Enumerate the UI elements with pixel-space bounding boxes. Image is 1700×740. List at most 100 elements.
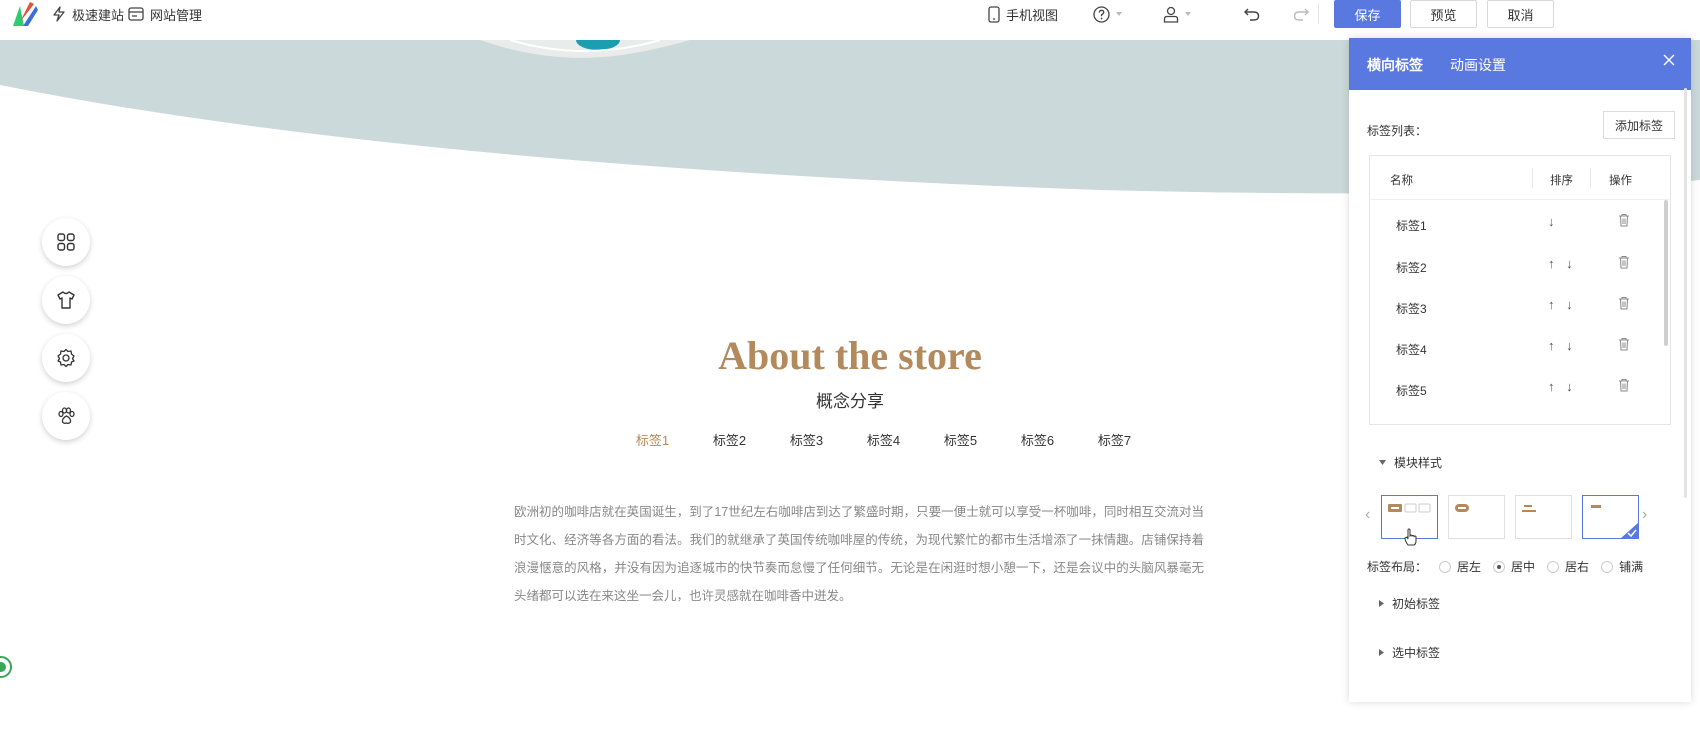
style-option-3[interactable]	[1515, 495, 1572, 539]
col-divider	[1532, 168, 1533, 188]
layout-left-label: 居左	[1457, 560, 1482, 574]
caret-right-icon	[1379, 600, 1384, 607]
trash-icon[interactable]	[1618, 255, 1630, 269]
user-dropdown[interactable]	[1163, 4, 1191, 24]
mobile-view-button[interactable]: 手机视图	[988, 4, 1058, 24]
table-row: 标签5 ↑ ↓	[1370, 365, 1670, 410]
help-icon	[1093, 5, 1110, 23]
quick-build-link[interactable]: 极速建站	[52, 4, 124, 24]
layout-label: 标签布局：	[1367, 560, 1428, 574]
layout-fill-radio[interactable]	[1601, 560, 1614, 573]
panel-scrollbar[interactable]	[1684, 88, 1687, 498]
components-button[interactable]	[42, 218, 90, 266]
sort-arrows[interactable]: ↑ ↓	[1548, 297, 1577, 312]
redo-icon	[1293, 8, 1309, 21]
top-toolbar: 极速建站 网站管理 手机视图 保存 预览 取消	[0, 0, 1700, 40]
sort-arrows[interactable]: ↑ ↓	[1548, 379, 1577, 394]
floating-badge-icon[interactable]	[0, 656, 12, 678]
table-row: 标签3 ↑ ↓	[1370, 283, 1670, 328]
label-list-title: 标签列表：	[1367, 124, 1428, 138]
theme-button[interactable]	[42, 276, 90, 324]
tab-1[interactable]: 标签1	[614, 430, 691, 449]
trash-icon[interactable]	[1618, 378, 1630, 392]
app-logo[interactable]	[10, 0, 38, 28]
grid-icon	[57, 233, 75, 251]
table-row: 标签1 ↓	[1370, 200, 1670, 245]
quick-build-label: 极速建站	[72, 7, 125, 23]
shirt-icon	[57, 291, 75, 309]
layout-right-label: 居右	[1565, 560, 1590, 574]
row-name: 标签1	[1396, 219, 1427, 233]
tab-7[interactable]: 标签7	[1076, 430, 1153, 449]
caret-down-icon	[1185, 12, 1191, 16]
label-table: 名称 排序 操作 标签1 ↓ 标签2 ↑ ↓ 标签3 ↑ ↓ 标签4 ↑ ↓ 标…	[1369, 155, 1671, 425]
save-button[interactable]: 保存	[1334, 0, 1401, 28]
hand-cursor-icon	[1404, 528, 1417, 546]
tab-6[interactable]: 标签6	[999, 430, 1076, 449]
window-icon	[128, 7, 144, 21]
col-name: 名称	[1390, 175, 1413, 187]
tab-2[interactable]: 标签2	[691, 430, 768, 449]
tab-horizontal-label[interactable]: 横向标签	[1367, 55, 1423, 75]
trash-icon[interactable]	[1618, 337, 1630, 351]
carousel-next-icon[interactable]: ›	[1642, 506, 1647, 524]
site-manage-link[interactable]: 网站管理	[128, 4, 202, 24]
style-option-4[interactable]	[1582, 495, 1639, 539]
caret-right-icon	[1379, 649, 1384, 656]
row-name: 标签3	[1396, 302, 1427, 316]
tab-3[interactable]: 标签3	[768, 430, 845, 449]
style-preview-icon	[1522, 505, 1536, 512]
sort-arrows[interactable]: ↑ ↓	[1548, 256, 1577, 271]
undo-button[interactable]	[1244, 4, 1260, 24]
layout-center-label: 居中	[1511, 560, 1536, 574]
trash-icon[interactable]	[1618, 213, 1630, 227]
module-style-label: 模块样式	[1394, 456, 1443, 470]
sort-arrows[interactable]: ↓	[1548, 214, 1559, 229]
toolbar-divider	[1318, 4, 1319, 24]
style-option-1[interactable]	[1381, 495, 1438, 546]
row-name: 标签4	[1396, 343, 1427, 357]
style-preview-icon	[1455, 504, 1469, 512]
layout-fill-label: 铺满	[1619, 560, 1644, 574]
add-label-button[interactable]: 添加标签	[1603, 111, 1675, 139]
lightning-icon	[53, 6, 65, 22]
tab-5[interactable]: 标签5	[922, 430, 999, 449]
initial-label-section[interactable]: 初始标签	[1379, 595, 1440, 612]
about-paragraph: 欧洲初的咖啡店就在英国诞生，到了17世纪左右咖啡店到达了繁盛时期，只要一便士就可…	[514, 505, 1204, 603]
label-settings-panel: 横向标签 动画设置 标签列表： 添加标签 名称 排序 操作 标签1 ↓ 标签2 …	[1349, 38, 1691, 702]
caret-down-icon	[1379, 460, 1386, 465]
col-op: 操作	[1609, 175, 1632, 187]
layout-left-radio[interactable]	[1439, 560, 1452, 573]
layout-right-radio[interactable]	[1547, 560, 1560, 573]
panel-header: 横向标签 动画设置	[1349, 38, 1691, 90]
site-manage-label: 网站管理	[150, 7, 203, 23]
tab-animation-settings[interactable]: 动画设置	[1450, 55, 1506, 75]
trash-icon[interactable]	[1618, 296, 1630, 310]
col-sort: 排序	[1550, 175, 1573, 187]
style-preview-icon	[1591, 505, 1638, 538]
cancel-button[interactable]: 取消	[1487, 0, 1554, 28]
carousel-prev-icon[interactable]: ‹	[1365, 506, 1370, 524]
mobile-view-label: 手机视图	[1006, 7, 1059, 23]
preview-button[interactable]: 预览	[1410, 0, 1477, 28]
help-dropdown[interactable]	[1093, 4, 1122, 24]
row-name: 标签2	[1396, 261, 1427, 275]
label-layout-row: 标签布局： 居左 居中 居右 铺满	[1367, 558, 1643, 575]
tab-4[interactable]: 标签4	[845, 430, 922, 449]
selected-label-section[interactable]: 选中标签	[1379, 644, 1440, 661]
table-row: 标签4 ↑ ↓	[1370, 324, 1670, 369]
style-option-2[interactable]	[1448, 495, 1505, 539]
row-name: 标签5	[1396, 384, 1427, 398]
sort-arrows[interactable]: ↑ ↓	[1548, 338, 1577, 353]
undo-icon	[1244, 8, 1260, 21]
redo-button[interactable]	[1293, 4, 1309, 24]
phone-icon	[988, 5, 1000, 23]
module-style-section[interactable]: 模块样式	[1379, 454, 1442, 471]
close-icon[interactable]	[1663, 54, 1675, 66]
caret-down-icon	[1116, 12, 1122, 16]
table-scrollbar[interactable]	[1664, 200, 1668, 346]
about-tabs: 标签1 标签2 标签3 标签4 标签5 标签6 标签7	[614, 430, 1153, 449]
selected-label-label: 选中标签	[1392, 646, 1441, 660]
layout-center-radio[interactable]	[1493, 560, 1506, 573]
label-table-header: 名称 排序 操作	[1370, 156, 1670, 200]
